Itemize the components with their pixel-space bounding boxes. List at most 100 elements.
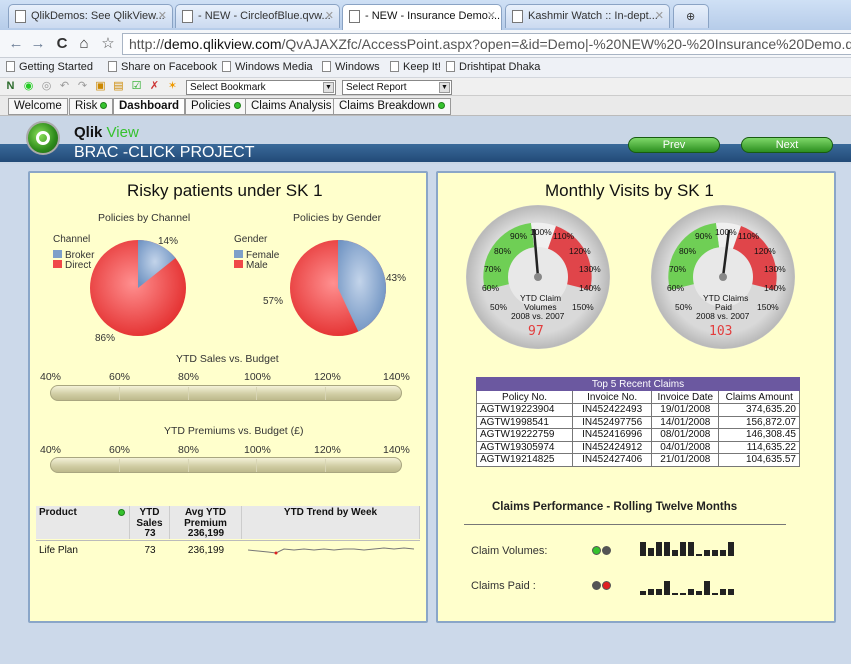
- tab-welcome[interactable]: Welcome: [8, 98, 68, 115]
- gauge-tick: 130%: [579, 264, 601, 274]
- cell: 04/01/2008: [651, 440, 720, 454]
- spark-bar: [680, 542, 686, 556]
- bookmark-item[interactable]: Windows: [322, 61, 380, 73]
- gauge-tick: 120%: [754, 246, 776, 256]
- table-row[interactable]: AGTW19305974 IN452424912 04/01/2008 114,635…: [475, 440, 800, 454]
- select-report-dropdown[interactable]: Select Report ▼: [342, 80, 452, 95]
- pie1-legend-direct: Direct: [53, 260, 91, 271]
- url-path: /QvAJAXZfc/AccessPoint.aspx?open=&id=Dem…: [281, 36, 851, 52]
- next-button[interactable]: Next: [741, 137, 833, 153]
- tab-claims-analysis[interactable]: Claims Analysis: [245, 98, 338, 115]
- bookmark-item[interactable]: Windows Media: [222, 61, 313, 73]
- claims-paid-label: Claims Paid :: [471, 580, 536, 592]
- tools-icon[interactable]: ✗: [148, 80, 161, 93]
- cell: 21/01/2008: [651, 453, 720, 467]
- gauge-tick: 140%: [764, 283, 786, 293]
- close-icon[interactable]: ✕: [325, 9, 334, 22]
- browser-tab[interactable]: - NEW - CircleofBlue.qvw... ✕: [175, 4, 340, 28]
- bookmark-label: Drishtipat Dhaka: [459, 61, 541, 73]
- col-header-invoice[interactable]: Invoice No.: [572, 390, 653, 404]
- tab-policies[interactable]: Policies: [185, 98, 247, 115]
- tab-risk[interactable]: Risk: [69, 98, 114, 115]
- bookmark-item[interactable]: Getting Started: [6, 61, 93, 73]
- undo-icon[interactable]: ↶: [58, 80, 71, 93]
- bookmark-label: Keep It!: [403, 61, 441, 73]
- col-header-product[interactable]: Product: [36, 506, 130, 539]
- reload-button[interactable]: C: [52, 34, 72, 54]
- gauge-tick: 130%: [764, 264, 786, 274]
- star-burst-icon[interactable]: ✶: [166, 80, 179, 93]
- table-row[interactable]: AGTW19222759 IN452416996 08/01/2008 146,308…: [475, 428, 800, 442]
- home-icon: ⌂: [79, 35, 89, 52]
- performance-title: Claims Performance - Rolling Twelve Mont…: [492, 501, 738, 513]
- page-icon: [322, 61, 331, 72]
- bookmark-item[interactable]: Drishtipat Dhaka: [446, 61, 540, 73]
- close-icon[interactable]: ✕: [487, 9, 496, 22]
- tab-dashboard[interactable]: Dashboard: [113, 98, 186, 115]
- browser-tab[interactable]: Kashmir Watch :: In-dept... ✕: [505, 4, 670, 28]
- table-row[interactable]: AGTW1998541 IN452497756 14/01/2008 156,872.…: [475, 415, 800, 429]
- top-claims-table: Top 5 Recent Claims Policy No. Invoice N…: [475, 377, 800, 467]
- new-tab-button[interactable]: ⊕: [673, 4, 709, 28]
- spark-bar: [664, 542, 670, 556]
- scale-label: 40%: [40, 371, 62, 383]
- close-icon[interactable]: ✕: [655, 9, 664, 22]
- table-row[interactable]: AGTW19214825 IN452427406 21/01/2008 104,635…: [475, 453, 800, 467]
- gauge-tick: 140%: [579, 283, 601, 293]
- gauge-tick: 70%: [669, 264, 687, 274]
- lock-icon[interactable]: ▣: [94, 80, 107, 93]
- scale-label: 80%: [178, 444, 200, 456]
- spark-bar: [728, 542, 734, 556]
- bookmark-star-button[interactable]: ☆: [98, 34, 118, 54]
- spark-bar: [656, 589, 662, 595]
- total-ytd-sales: 73: [144, 528, 156, 539]
- bookmark-item[interactable]: Keep It!: [390, 61, 441, 73]
- tab-claims-breakdown[interactable]: Claims Breakdown: [333, 98, 451, 115]
- pie2-label-female: 43%: [386, 273, 407, 284]
- browser-tab[interactable]: QlikDemos: See QlikView... ✕: [8, 4, 173, 28]
- scale-label: 40%: [40, 444, 62, 456]
- cell: 114,635.22: [718, 440, 800, 454]
- cell: IN452422493: [572, 403, 653, 417]
- home-button[interactable]: ⌂: [74, 34, 94, 54]
- back-button[interactable]: ←: [6, 34, 26, 54]
- table-title: Top 5 Recent Claims: [476, 377, 800, 391]
- close-icon[interactable]: ✕: [158, 9, 167, 22]
- record-icon[interactable]: ◉: [22, 80, 35, 93]
- cell: IN452424912: [572, 440, 653, 454]
- select-bookmark-dropdown[interactable]: Select Bookmark ▼: [186, 80, 336, 95]
- checkbox-icon[interactable]: ☑: [130, 80, 143, 93]
- page-icon: [222, 61, 231, 72]
- cell: AGTW19222759: [475, 428, 574, 442]
- scale-label: 140%: [383, 371, 410, 383]
- redo-icon[interactable]: ↷: [76, 80, 89, 93]
- url-prefix: http://: [129, 36, 165, 52]
- cell: 104,635.57: [718, 453, 800, 467]
- forward-button[interactable]: →: [28, 34, 48, 54]
- row-product: Life Plan: [39, 545, 78, 556]
- status-dot-icon: [100, 102, 108, 109]
- cell: 19/01/2008: [651, 403, 720, 417]
- cell: 146,308.45: [718, 428, 800, 442]
- prev-button[interactable]: Prev: [628, 137, 720, 153]
- header-label: Product: [39, 507, 77, 518]
- status-dot-icon: [118, 509, 125, 516]
- unlock-icon[interactable]: ▤: [112, 80, 125, 93]
- status-led-icon: [602, 581, 611, 590]
- col-header-policy[interactable]: Policy No.: [475, 390, 574, 404]
- gauge-tick: 60%: [667, 283, 685, 293]
- spark-bar: [656, 542, 662, 556]
- spark-bar: [688, 589, 694, 595]
- browser-tab-active[interactable]: - NEW - Insurance Demo.... ✕: [342, 4, 502, 30]
- bookmark-item[interactable]: Share on Facebook: [108, 61, 217, 73]
- cell: AGTW19214825: [475, 453, 574, 467]
- clear-icon[interactable]: ◎: [40, 80, 53, 93]
- col-header-trend[interactable]: YTD Trend by Week: [242, 506, 420, 539]
- col-header-date[interactable]: Invoice Date: [651, 390, 720, 404]
- spark-bar: [680, 593, 686, 595]
- table-row[interactable]: AGTW19223904 IN452422493 19/01/2008 374,635…: [475, 403, 800, 417]
- qlikview-icon[interactable]: N: [4, 80, 17, 93]
- url-input[interactable]: http://demo.qlikview.com/QvAJAXZfc/Acces…: [122, 33, 851, 55]
- select-report-label: Select Report: [346, 82, 407, 93]
- col-header-amount[interactable]: Claims Amount: [718, 390, 800, 404]
